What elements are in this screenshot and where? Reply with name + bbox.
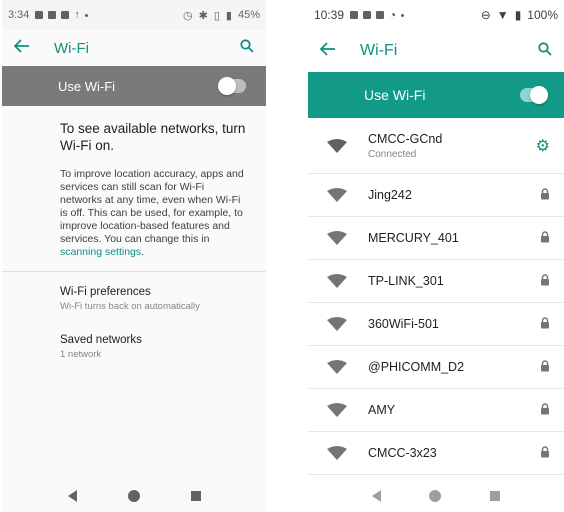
system-icons: ◷ ✱ ▯ ▮ 45% <box>183 9 260 22</box>
wifi-signal-icon <box>327 317 347 331</box>
nav-recents-icon[interactable] <box>489 491 500 501</box>
wifi-preferences-item[interactable]: Wi-Fi preferences Wi-Fi turns back on au… <box>2 272 266 312</box>
lock-icon <box>540 273 550 289</box>
app-bar: Wi-Fi <box>2 30 266 66</box>
search-icon[interactable] <box>538 41 552 61</box>
notification-icon <box>363 11 372 19</box>
use-wifi-label: Use Wi-Fi <box>58 78 116 94</box>
wifi-signal-icon <box>327 403 347 417</box>
notification-icon <box>61 11 70 19</box>
saved-networks-subtitle: 1 network <box>60 349 102 360</box>
network-name: CMCC-3x23 <box>368 446 437 460</box>
wifi-signal-icon <box>327 138 347 153</box>
more-dot-icon <box>84 13 88 17</box>
wifi-preferences-title: Wi-Fi preferences <box>60 286 151 298</box>
wifi-signal-icon <box>327 274 347 288</box>
network-name: CMCC-GCnd <box>368 131 443 146</box>
scanning-info-text: To improve location accuracy, apps and s… <box>60 168 244 245</box>
notification-icon <box>35 11 44 19</box>
arrow-left-icon[interactable] <box>319 41 342 61</box>
scanning-settings-link[interactable]: scanning settings <box>60 246 141 258</box>
more-dot-icon <box>401 13 405 17</box>
wifi-signal-icon <box>327 188 347 202</box>
nav-home-icon[interactable] <box>429 490 442 502</box>
scanning-info: To improve location accuracy, apps and s… <box>60 168 246 259</box>
gear-icon[interactable]: ⚙ <box>536 136 550 156</box>
search-icon[interactable] <box>240 38 254 58</box>
battery-percent: 100% <box>527 8 558 22</box>
notification-icon <box>376 11 385 19</box>
lock-icon <box>540 230 550 246</box>
network-item[interactable]: AMY <box>308 389 564 432</box>
lock-icon <box>540 187 550 203</box>
page-title: Wi-Fi <box>360 42 398 59</box>
network-status: Connected <box>368 148 417 160</box>
saved-networks-title: Saved networks <box>60 334 142 346</box>
status-bar: 3:34 ↑ ◷ ✱ ▯ ▮ 45% <box>2 0 266 30</box>
wifi-signal-icon <box>327 360 347 374</box>
timer-icon: ◔ <box>389 8 397 22</box>
wifi-off-message: To see available networks, turn Wi-Fi on… <box>2 106 266 259</box>
nav-recents-icon[interactable] <box>190 491 201 501</box>
nav-back-icon[interactable] <box>372 490 382 502</box>
network-list: CMCC-GCnd Connected ⚙ Jing242 MERCURY_401… <box>308 118 564 475</box>
page-title: Wi-Fi <box>54 39 89 57</box>
wifi-signal-icon <box>327 231 347 245</box>
dnd-icon: ⊖ <box>480 8 491 22</box>
wifi-off-headline: To see available networks, turn Wi-Fi on… <box>60 121 246 153</box>
vibrate-icon: ▯ <box>213 9 220 22</box>
battery-icon: ▮ <box>225 9 232 22</box>
phone-right: 10:39 ◔ ⊖ ▼ ▮ 100% Wi-Fi Use Wi-Fi CMCC-… <box>308 0 564 512</box>
navigation-bar <box>2 480 266 512</box>
network-name: 360WiFi-501 <box>368 317 439 331</box>
wifi-toggle[interactable] <box>218 77 246 95</box>
app-bar: Wi-Fi <box>308 30 564 72</box>
notification-icon <box>350 11 359 19</box>
battery-percent: 45% <box>237 9 260 21</box>
toggle-knob <box>218 77 236 95</box>
lock-icon <box>540 402 550 418</box>
saved-networks-item[interactable]: Saved networks 1 network <box>2 312 266 360</box>
system-icons: ⊖ ▼ ▮ 100% <box>481 8 558 22</box>
alarm-icon: ◷ <box>183 9 193 22</box>
wifi-preferences-subtitle: Wi-Fi turns back on automatically <box>60 301 200 312</box>
notification-icon <box>48 11 57 19</box>
network-item[interactable]: @PHICOMM_D2 <box>308 346 564 389</box>
wifi-signal-icon <box>327 446 347 460</box>
use-wifi-row[interactable]: Use Wi-Fi <box>308 72 564 118</box>
status-bar: 10:39 ◔ ⊖ ▼ ▮ 100% <box>308 0 564 30</box>
wifi-status-icon: ▼ <box>496 8 509 22</box>
network-name: @PHICOMM_D2 <box>368 360 465 374</box>
wifi-toggle[interactable] <box>520 86 548 104</box>
lock-icon <box>540 359 550 375</box>
network-item[interactable]: TP-LINK_301 <box>308 260 564 303</box>
lock-icon <box>540 316 550 332</box>
battery-icon: ▮ <box>514 8 522 22</box>
nav-home-icon[interactable] <box>127 490 140 502</box>
upload-icon: ↑ <box>74 9 80 21</box>
phone-left: 3:34 ↑ ◷ ✱ ▯ ▮ 45% Wi-Fi Use Wi-Fi To se… <box>2 0 266 512</box>
use-wifi-label: Use Wi-Fi <box>364 87 426 103</box>
lock-icon <box>540 445 550 461</box>
network-name: Jing242 <box>368 188 412 202</box>
navigation-bar <box>308 480 564 512</box>
arrow-left-icon[interactable] <box>13 38 36 58</box>
network-item-connected[interactable]: CMCC-GCnd Connected ⚙ <box>308 118 564 174</box>
network-item[interactable]: MERCURY_401 <box>308 217 564 260</box>
status-time: 3:34 <box>8 9 30 21</box>
nav-back-icon[interactable] <box>67 490 77 502</box>
bluetooth-icon: ✱ <box>198 9 208 22</box>
network-item[interactable]: 360WiFi-501 <box>308 303 564 346</box>
network-name: AMY <box>368 403 396 417</box>
toggle-knob <box>530 86 548 104</box>
network-name: MERCURY_401 <box>368 231 459 245</box>
notification-icons: ◔ <box>350 8 405 22</box>
status-time: 10:39 <box>314 8 345 22</box>
network-item[interactable]: CMCC-3x23 <box>308 432 564 475</box>
network-name: TP-LINK_301 <box>368 274 444 288</box>
use-wifi-row[interactable]: Use Wi-Fi <box>2 66 266 106</box>
scanning-info-tail: . <box>141 246 145 258</box>
notification-icons: ↑ <box>35 9 88 21</box>
network-item[interactable]: Jing242 <box>308 174 564 217</box>
